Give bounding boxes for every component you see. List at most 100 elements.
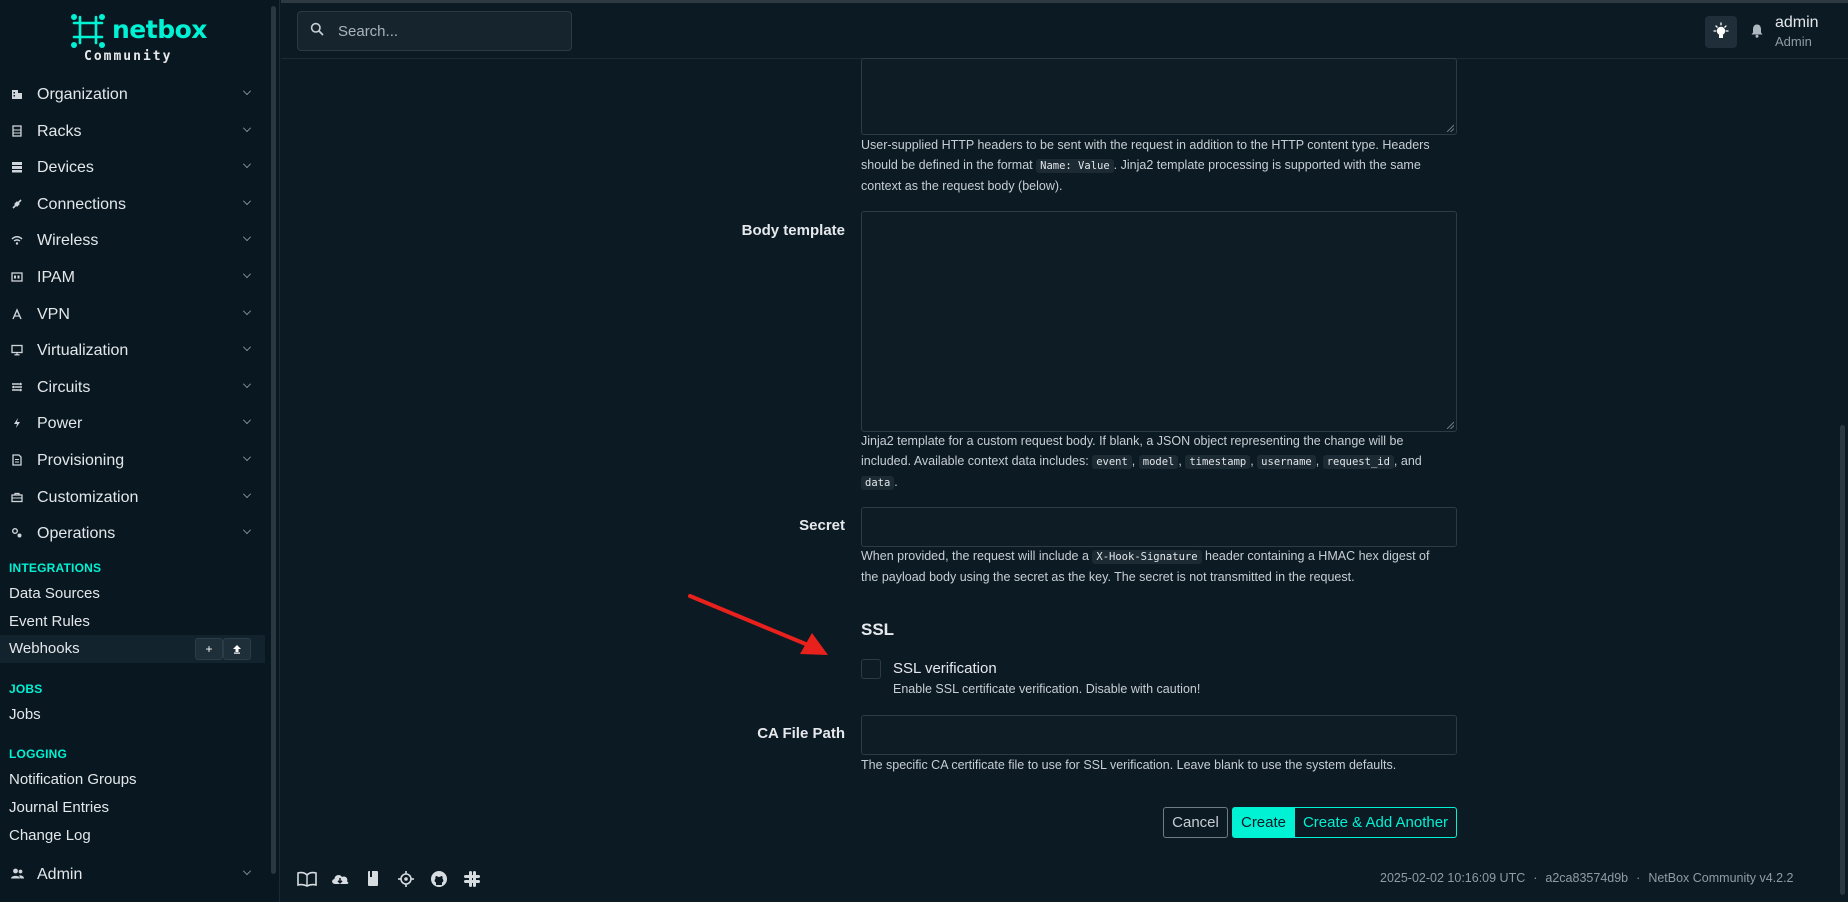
footer-links	[297, 870, 482, 888]
sidebar-menu-devices[interactable]: Devices	[0, 150, 265, 186]
footer-commit[interactable]: a2ca83574d9b	[1545, 871, 1628, 885]
sidebar-menu-label: Racks	[37, 123, 82, 140]
ssl-verification-label[interactable]: SSL verification	[893, 660, 997, 677]
building-icon	[8, 88, 26, 103]
section-logging: LOGGING	[9, 747, 68, 761]
chevron-down-icon	[243, 380, 251, 388]
sidebar-menu-vpn[interactable]: VPN	[0, 297, 265, 333]
body-template-label: Body template	[741, 222, 845, 239]
sidebar-menu-organization[interactable]: Organization	[0, 77, 265, 113]
chevron-down-icon	[243, 343, 251, 351]
sidebar-menu-connections[interactable]: Connections	[0, 187, 265, 223]
user-menu-role: Admin	[1775, 34, 1812, 49]
sidebar-item-notification-groups[interactable]: Notification Groups	[9, 771, 137, 788]
sidebar-menu-admin[interactable]: Admin	[0, 857, 265, 893]
sidebar-item-change-log[interactable]: Change Log	[9, 827, 91, 844]
slack-icon[interactable]	[462, 870, 482, 888]
ca-file-path-label: CA File Path	[757, 725, 845, 742]
wifi-icon	[8, 234, 26, 249]
ca-file-path-input[interactable]	[861, 715, 1457, 755]
sidebar-scrollbar[interactable]	[271, 6, 276, 874]
sidebar-menu-provisioning[interactable]: Provisioning	[0, 443, 265, 479]
sidebar-menu-label: Wireless	[37, 232, 99, 249]
chevron-down-icon	[243, 160, 251, 168]
cloud-download-icon[interactable]	[330, 870, 350, 888]
sidebar-item-label: Webhooks	[9, 640, 80, 657]
sidebar-menu-wireless[interactable]: Wireless	[0, 223, 265, 259]
chevron-down-icon	[243, 87, 251, 95]
search-input[interactable]	[338, 12, 563, 50]
sidebar-menu-label: Organization	[37, 86, 128, 103]
ssl-section-heading: SSL	[861, 620, 895, 639]
chevron-down-icon	[243, 867, 251, 875]
rack-icon	[8, 124, 26, 140]
http-headers-textarea[interactable]	[861, 58, 1457, 135]
section-jobs: JOBS	[9, 682, 43, 696]
brand-edition: Community	[84, 49, 173, 64]
sidebar-menu-label: Connections	[37, 196, 126, 213]
http-headers-help: User-supplied HTTP headers to be sent wi…	[861, 138, 1430, 193]
body-template-textarea[interactable]	[861, 211, 1457, 432]
secret-label: Secret	[799, 517, 845, 534]
ssl-verification-checkbox[interactable]	[861, 659, 881, 679]
chevron-down-icon	[243, 233, 251, 241]
circuits-icon	[8, 381, 26, 396]
sidebar-menu-circuits[interactable]: Circuits	[0, 370, 265, 406]
sidebar-menu-label: VPN	[37, 306, 70, 323]
sidebar-item-data-sources[interactable]: Data Sources	[9, 585, 100, 602]
netbox-logo[interactable]: netbox Community	[70, 13, 207, 65]
main-scrollbar[interactable]	[1840, 425, 1845, 895]
upload-icon	[233, 645, 241, 654]
github-icon[interactable]	[429, 870, 449, 888]
book-open-icon[interactable]	[297, 870, 317, 888]
resize-grip-icon	[1446, 124, 1454, 132]
secret-help: When provided, the request will include …	[861, 549, 1430, 584]
cancel-button[interactable]: Cancel	[1163, 807, 1228, 838]
sidebar-item-event-rules[interactable]: Event Rules	[9, 613, 90, 630]
sidebar-item-webhooks[interactable]: Webhooks +	[0, 635, 265, 663]
file-document-icon	[8, 453, 26, 469]
tunnel-icon	[8, 307, 26, 323]
secret-input[interactable]	[861, 507, 1457, 547]
book-icon[interactable]	[363, 870, 383, 888]
sidebar-menu-virtualization[interactable]: Virtualization	[0, 333, 265, 369]
bell-icon[interactable]	[1749, 23, 1765, 39]
sidebar-menu-label: IPAM	[37, 269, 75, 286]
sidebar-menu-label: Provisioning	[37, 452, 125, 469]
toolbox-icon	[8, 491, 26, 506]
chevron-down-icon	[243, 124, 251, 132]
annotation-arrow-icon	[688, 594, 828, 655]
top-navbar: admin Admin	[281, 0, 1848, 59]
ssl-verification-help: Enable SSL certificate verification. Dis…	[893, 682, 1201, 696]
sidebar-menu-label: Circuits	[37, 379, 91, 396]
counter-icon	[8, 271, 26, 286]
create-button[interactable]: Create	[1232, 807, 1295, 838]
search-box[interactable]	[297, 11, 572, 51]
sidebar-menu-label: Virtualization	[37, 342, 129, 359]
import-webhook-button[interactable]	[223, 638, 251, 660]
sidebar-menu-power[interactable]: Power	[0, 406, 265, 442]
chevron-down-icon	[243, 307, 251, 315]
footer-timestamp: 2025-02-02 10:16:09 UTC	[1380, 871, 1526, 885]
sidebar-menu-ipam[interactable]: IPAM	[0, 260, 265, 296]
monitor-icon	[8, 344, 26, 359]
sidebar-item-jobs[interactable]: Jobs	[9, 706, 41, 723]
user-menu-name[interactable]: admin	[1775, 14, 1819, 32]
sidebar-menu-label: Admin	[37, 866, 83, 883]
cogs-icon	[8, 527, 26, 542]
footer-meta: 2025-02-02 10:16:09 UTC · a2ca83574d9b · Net…	[1380, 871, 1794, 885]
create-and-add-another-button[interactable]: Create & Add Another	[1294, 807, 1457, 838]
theme-toggle-button[interactable]	[1705, 16, 1737, 48]
sidebar-menu-racks[interactable]: Racks	[0, 114, 265, 150]
lightbulb-icon	[1713, 22, 1729, 38]
sidebar-item-journal-entries[interactable]: Journal Entries	[9, 799, 109, 816]
chevron-down-icon	[243, 490, 251, 498]
sidebar-menu-operations[interactable]: Operations	[0, 516, 265, 552]
account-group-icon	[8, 868, 26, 882]
plug-icon	[8, 198, 26, 213]
api-icon[interactable]	[396, 870, 416, 888]
netbox-logo-icon	[71, 14, 105, 48]
sidebar-menu-label: Customization	[37, 489, 139, 506]
sidebar-menu-customization[interactable]: Customization	[0, 480, 265, 516]
add-webhook-button[interactable]: +	[195, 638, 223, 660]
